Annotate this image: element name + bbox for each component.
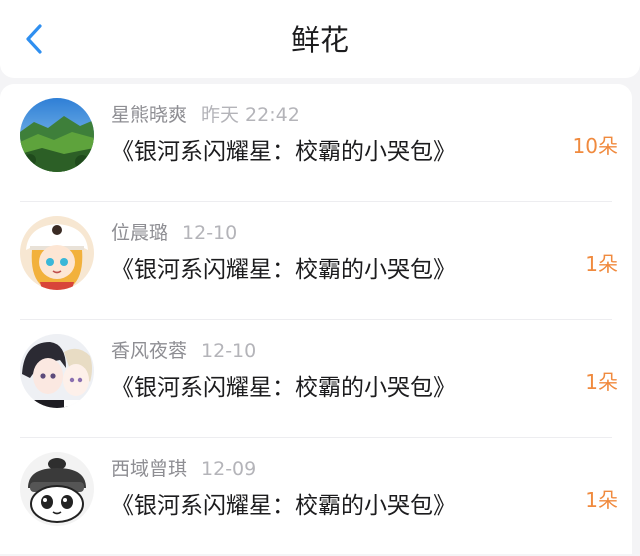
top-bar: 鲜花 — [0, 0, 640, 78]
flower-count: 10朵 — [572, 134, 618, 158]
book-title[interactable]: 《银河系闪耀星：校霸的小哭包》 — [111, 135, 456, 169]
avatar[interactable] — [20, 98, 94, 172]
user-name[interactable]: 星熊晓爽 — [111, 104, 187, 126]
timestamp: 12-10 — [201, 340, 257, 362]
timestamp: 昨天 22:42 — [201, 104, 300, 126]
book-title[interactable]: 《银河系闪耀星：校霸的小哭包》 — [111, 253, 456, 287]
user-name[interactable]: 香风夜蓉 — [111, 340, 187, 362]
avatar[interactable] — [20, 452, 94, 526]
list-item[interactable]: 西域曾琪 12-09 《银河系闪耀星：校霸的小哭包》 1朵 — [0, 438, 632, 556]
right-edge — [632, 84, 640, 544]
book-title[interactable]: 《银河系闪耀星：校霸的小哭包》 — [111, 371, 456, 405]
user-name[interactable]: 位晨璐 — [111, 222, 168, 244]
list-item[interactable]: 香风夜蓉 12-10 《银河系闪耀星：校霸的小哭包》 1朵 — [0, 320, 632, 438]
timestamp: 12-09 — [201, 458, 257, 480]
meta-line: 西域曾琪 12-09 — [111, 456, 256, 482]
timestamp: 12-10 — [182, 222, 238, 244]
book-title[interactable]: 《银河系闪耀星：校霸的小哭包》 — [111, 489, 456, 523]
page-title: 鲜花 — [290, 23, 349, 57]
flower-count: 1朵 — [585, 488, 618, 512]
flower-count: 1朵 — [585, 252, 618, 276]
avatar[interactable] — [20, 216, 94, 290]
list-item[interactable]: 位晨璐 12-10 《银河系闪耀星：校霸的小哭包》 1朵 — [0, 202, 632, 320]
meta-line: 香风夜蓉 12-10 — [111, 338, 256, 364]
anime-boys-avatar-icon — [20, 334, 94, 408]
landscape-avatar-icon — [20, 98, 94, 172]
meta-line: 星熊晓爽 昨天 22:42 — [111, 102, 300, 128]
flower-record-list: 星熊晓爽 昨天 22:42 《银河系闪耀星：校霸的小哭包》 10朵 位晨璐 12-1… — [0, 84, 632, 554]
user-name[interactable]: 西域曾琪 — [111, 458, 187, 480]
meta-line: 位晨璐 12-10 — [111, 220, 237, 246]
chibi-character-avatar-icon — [20, 452, 94, 526]
flower-count: 1朵 — [585, 370, 618, 394]
avatar[interactable] — [20, 334, 94, 408]
anime-girl-avatar-icon — [20, 216, 94, 290]
list-item[interactable]: 星熊晓爽 昨天 22:42 《银河系闪耀星：校霸的小哭包》 10朵 — [0, 84, 632, 202]
